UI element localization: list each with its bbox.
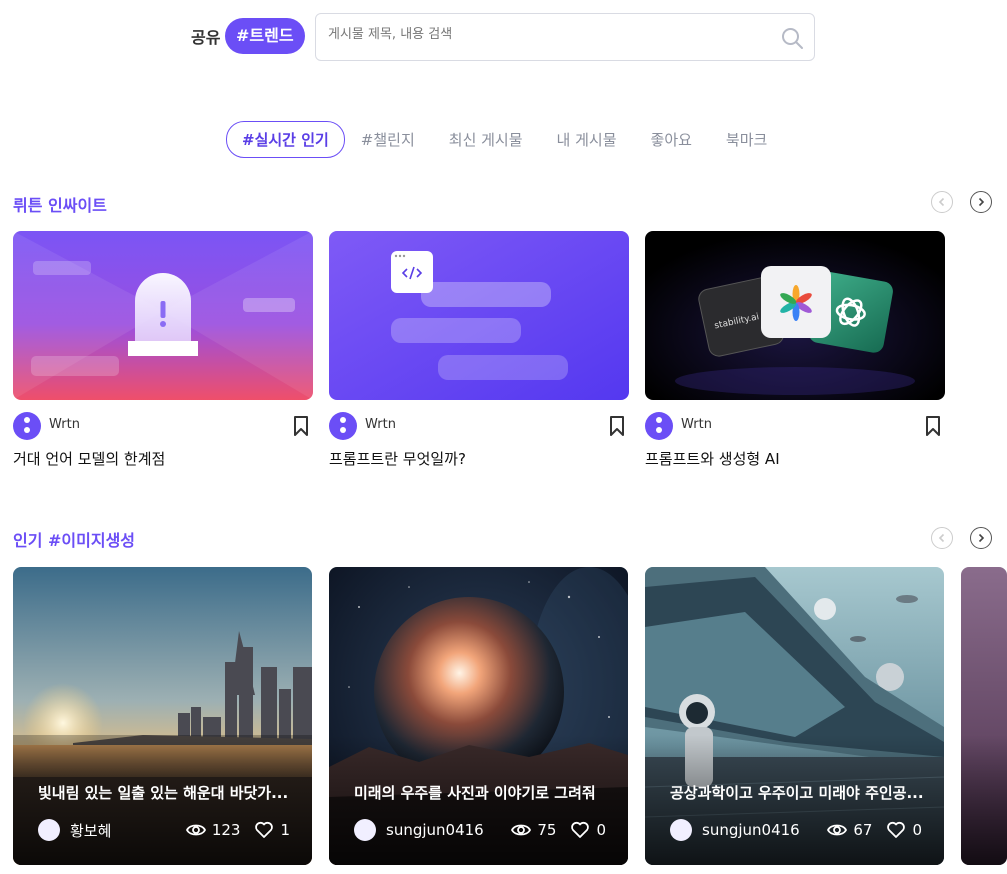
tab-my-posts[interactable]: 내 게시물 bbox=[557, 129, 617, 150]
insight-card[interactable]: Wrtn 거대 언어 모델의 한계점 bbox=[13, 231, 313, 469]
post-caption: 공상과학이고 우주이고 미래야 주인공... bbox=[670, 784, 924, 802]
prev-arrow-button[interactable] bbox=[931, 191, 953, 213]
search-input[interactable] bbox=[328, 27, 768, 42]
post-caption: 미래의 우주를 사진과 이야기로 그려줘 bbox=[354, 784, 596, 802]
avatar bbox=[13, 412, 41, 440]
heart-icon[interactable] bbox=[886, 820, 906, 840]
chevron-left-icon bbox=[938, 533, 945, 543]
eye-icon bbox=[511, 824, 532, 836]
avatar bbox=[645, 412, 673, 440]
image-post-card[interactable]: 미래의 우주를 사진과 이야기로 그려줘 sungjun0416 75 0 bbox=[329, 567, 628, 865]
user-avatar bbox=[354, 819, 376, 841]
search-box bbox=[315, 13, 815, 61]
user-name: sungjun0416 bbox=[386, 821, 484, 839]
section-title-insight: 뤼튼 인싸이트 bbox=[13, 196, 107, 215]
ai-logos-illustration: stability.ai bbox=[645, 231, 945, 400]
card-thumbnail bbox=[329, 231, 629, 400]
post-stats: sungjun0416 75 0 bbox=[354, 819, 606, 841]
like-count: 0 bbox=[912, 821, 922, 839]
card-thumbnail: stability.ai bbox=[645, 231, 945, 400]
insight-card[interactable]: Wrtn 프롬프트란 무엇일까? bbox=[329, 231, 629, 469]
tab-realtime-popular[interactable]: #실시간 인기 bbox=[226, 120, 345, 158]
image-post-card[interactable]: 빛내림 있는 일출 있는 해운대 바닷가... 황보혜 123 1 bbox=[13, 567, 312, 865]
heart-icon[interactable] bbox=[254, 820, 274, 840]
tab-challenge[interactable]: #챌린지 bbox=[361, 129, 415, 150]
user-avatar bbox=[670, 819, 692, 841]
card-thumbnail bbox=[13, 231, 313, 400]
avatar bbox=[329, 412, 357, 440]
search-icon[interactable] bbox=[780, 26, 804, 50]
user-name: sungjun0416 bbox=[702, 821, 800, 839]
user-name: 황보혜 bbox=[70, 821, 112, 840]
bookmark-icon[interactable] bbox=[293, 415, 309, 437]
next-arrow-button[interactable] bbox=[970, 191, 992, 213]
author-name: Wrtn bbox=[365, 417, 396, 432]
eye-icon bbox=[827, 824, 848, 836]
bookmark-icon[interactable] bbox=[609, 415, 625, 437]
like-count: 1 bbox=[280, 821, 290, 839]
view-count: 67 bbox=[853, 821, 873, 839]
post-stats: sungjun0416 67 0 bbox=[670, 819, 922, 841]
insight-card[interactable]: stability.ai Wrtn 프롬프트와 생성형 AI bbox=[645, 231, 945, 469]
next-arrow-button[interactable] bbox=[970, 527, 992, 549]
tab-bookmarks[interactable]: 북마크 bbox=[726, 129, 767, 150]
user-avatar bbox=[38, 819, 60, 841]
post-stats: 황보혜 123 1 bbox=[38, 819, 290, 841]
view-count: 75 bbox=[537, 821, 557, 839]
chevron-left-icon bbox=[938, 197, 945, 207]
prev-arrow-button[interactable] bbox=[931, 527, 953, 549]
view-count: 123 bbox=[211, 821, 241, 839]
image-post-card[interactable]: 공상과학이고 우주이고 미래야 주인공... sungjun0416 67 0 bbox=[645, 567, 944, 865]
chevron-right-icon bbox=[978, 533, 985, 543]
chevron-right-icon bbox=[978, 197, 985, 207]
card-title[interactable]: 거대 언어 모델의 한계점 bbox=[13, 448, 313, 469]
card-title[interactable]: 프롬프트와 생성형 AI bbox=[645, 448, 945, 469]
post-caption: 빛내림 있는 일출 있는 해운대 바닷가... bbox=[38, 784, 289, 802]
like-count: 0 bbox=[596, 821, 606, 839]
author-name: Wrtn bbox=[681, 417, 712, 432]
heart-icon[interactable] bbox=[570, 820, 590, 840]
alert-illustration bbox=[13, 231, 313, 400]
bookmark-icon[interactable] bbox=[925, 415, 941, 437]
eye-icon bbox=[185, 824, 206, 836]
trend-badge[interactable]: #트렌드 bbox=[225, 18, 305, 54]
tab-likes[interactable]: 좋아요 bbox=[651, 129, 692, 150]
card-title[interactable]: 프롬프트란 무엇일까? bbox=[329, 448, 629, 469]
prompt-illustration bbox=[329, 231, 629, 400]
tab-latest[interactable]: 최신 게시물 bbox=[449, 129, 523, 150]
brand-label[interactable]: 공유 bbox=[191, 24, 220, 48]
author-name: Wrtn bbox=[49, 417, 80, 432]
image-post-card-partial[interactable] bbox=[961, 567, 1007, 865]
top-bar: 공유 #트렌드 bbox=[0, 13, 1007, 61]
caption-overlay bbox=[961, 735, 1007, 865]
section-title-image-gen: 인기 #이미지생성 bbox=[13, 531, 136, 550]
tab-bar: #실시간 인기 #챌린지 최신 게시물 내 게시물 좋아요 북마크 bbox=[226, 120, 801, 158]
